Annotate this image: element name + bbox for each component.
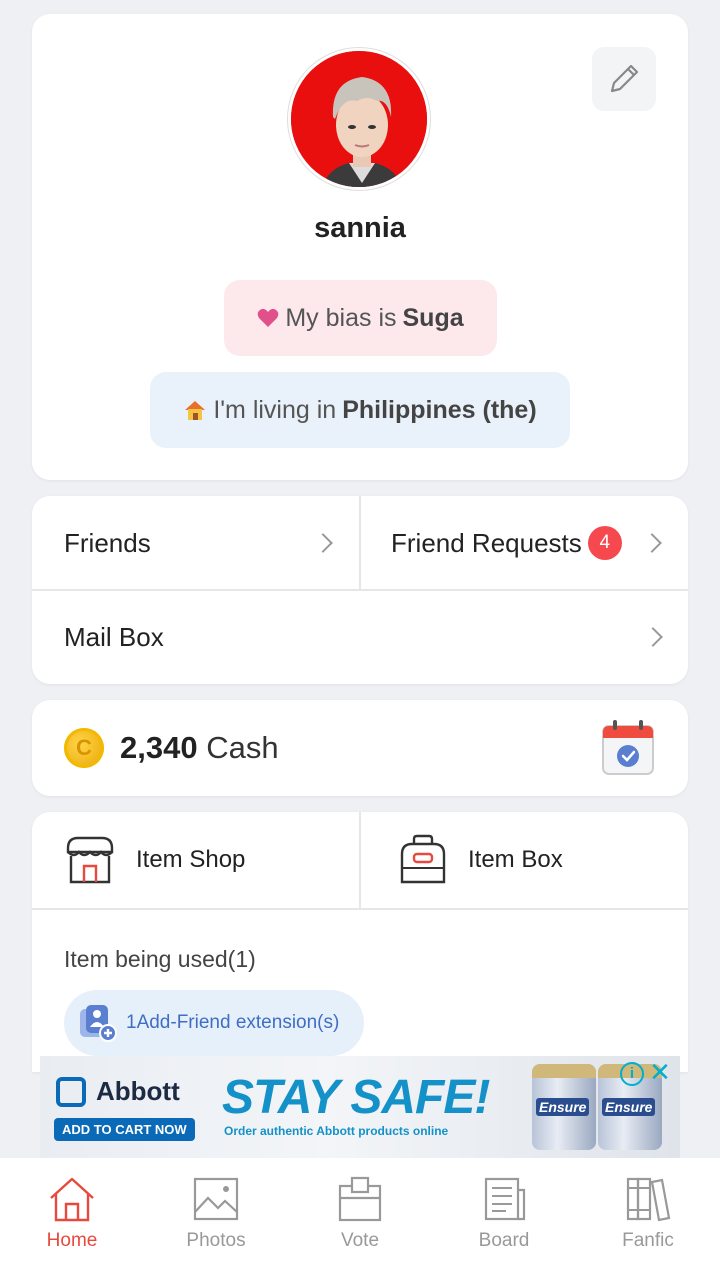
ad-product-can: Ensure: [532, 1064, 596, 1150]
ad-product-label: Ensure: [602, 1098, 656, 1116]
mailbox-label: Mail Box: [64, 622, 164, 652]
house-icon: [183, 398, 207, 422]
friends-row[interactable]: Friends: [64, 496, 360, 590]
edit-profile-button[interactable]: [592, 47, 656, 111]
nav-home[interactable]: Home: [0, 1158, 144, 1271]
shop-icon: [66, 836, 114, 884]
chevron-right-icon: [642, 533, 662, 553]
nav-label: Vote: [340, 1230, 380, 1251]
item-box-label: Item Box: [468, 846, 563, 873]
chevron-right-icon: [313, 533, 333, 553]
living-place: Philippines (the): [342, 395, 537, 424]
bias-pill: My bias is Suga: [224, 280, 497, 356]
mailbox-row[interactable]: Mail Box: [64, 591, 688, 684]
board-icon: [484, 1177, 526, 1221]
chevron-right-icon: [643, 627, 663, 647]
ad-banner[interactable]: Abbott ADD TO CART NOW STAY SAFE! Order …: [40, 1056, 680, 1158]
friend-requests-label: Friend Requests: [391, 527, 582, 558]
ad-product-label: Ensure: [536, 1098, 590, 1116]
ad-brand-logo: Abbott: [56, 1076, 180, 1107]
books-icon: [626, 1177, 671, 1222]
bottom-nav: Home Photos Vote Board Fanfic: [0, 1158, 720, 1271]
items-card: Item Shop Item Box Item being used(1) 1A…: [32, 812, 688, 1072]
cash-amount: 2,340: [120, 730, 198, 765]
ad-close-icon[interactable]: ✕: [648, 1059, 672, 1086]
abbott-logo-icon: [56, 1076, 86, 1107]
heart-icon: [257, 308, 279, 328]
friend-extension-icon: [80, 1005, 117, 1042]
attendance-calendar-button[interactable]: [602, 720, 654, 776]
ad-headline: STAY SAFE!: [222, 1071, 490, 1124]
divider: [32, 908, 688, 910]
cash-unit: Cash: [206, 730, 279, 765]
nav-board[interactable]: Board: [432, 1158, 576, 1271]
photo-icon: [193, 1177, 239, 1221]
add-friend-extension-chip[interactable]: 1Add-Friend extension(s): [64, 990, 364, 1056]
item-box-button[interactable]: Item Box: [398, 812, 688, 908]
nav-label: Board: [478, 1230, 530, 1251]
avatar[interactable]: [288, 48, 430, 190]
vote-box-icon: [338, 1176, 382, 1222]
cash-card[interactable]: 2,340 Cash: [32, 700, 688, 796]
ad-cta-button[interactable]: ADD TO CART NOW: [54, 1118, 195, 1141]
nav-label: Fanfic: [622, 1230, 674, 1251]
item-shop-label: Item Shop: [136, 846, 246, 873]
friend-requests-badge: 4: [587, 526, 622, 560]
nav-photos[interactable]: Photos: [144, 1158, 288, 1271]
friends-label: Friends: [64, 527, 151, 558]
avatar-portrait: [291, 51, 427, 187]
divider: [359, 812, 361, 908]
ad-info-icon[interactable]: i: [620, 1062, 644, 1086]
items-in-use-heading: Item being used(1): [64, 946, 256, 972]
ad-brand: Abbott: [96, 1076, 180, 1106]
pencil-icon: [610, 64, 639, 93]
nav-fanfic[interactable]: Fanfic: [576, 1158, 720, 1271]
living-pill: I'm living in Philippines (the): [150, 372, 570, 448]
divider: [359, 496, 361, 590]
backpack-icon: [400, 834, 446, 884]
nav-label: Photos: [186, 1230, 246, 1251]
bias-prefix: My bias is: [285, 303, 397, 332]
social-card: Friends Friend Requests 4 Mail Box: [32, 496, 688, 684]
calendar-check-icon: [602, 720, 654, 775]
bias-name: Suga: [402, 303, 464, 332]
item-shop-button[interactable]: Item Shop: [64, 812, 359, 908]
home-icon: [50, 1177, 94, 1222]
ad-subline: Order authentic Abbott products online: [224, 1124, 449, 1138]
cash-balance: 2,340 Cash: [120, 730, 279, 766]
nav-vote[interactable]: Vote: [288, 1158, 432, 1271]
nav-label: Home: [46, 1230, 98, 1251]
profile-card: sannia My bias is Suga I'm living in Phi…: [32, 14, 688, 480]
living-prefix: I'm living in: [213, 395, 337, 424]
add-friend-extension-label: 1Add-Friend extension(s): [126, 1012, 340, 1033]
username: sannia: [314, 212, 406, 244]
friend-requests-row[interactable]: Friend Requests 4: [391, 496, 688, 590]
coin-icon: [64, 728, 104, 768]
